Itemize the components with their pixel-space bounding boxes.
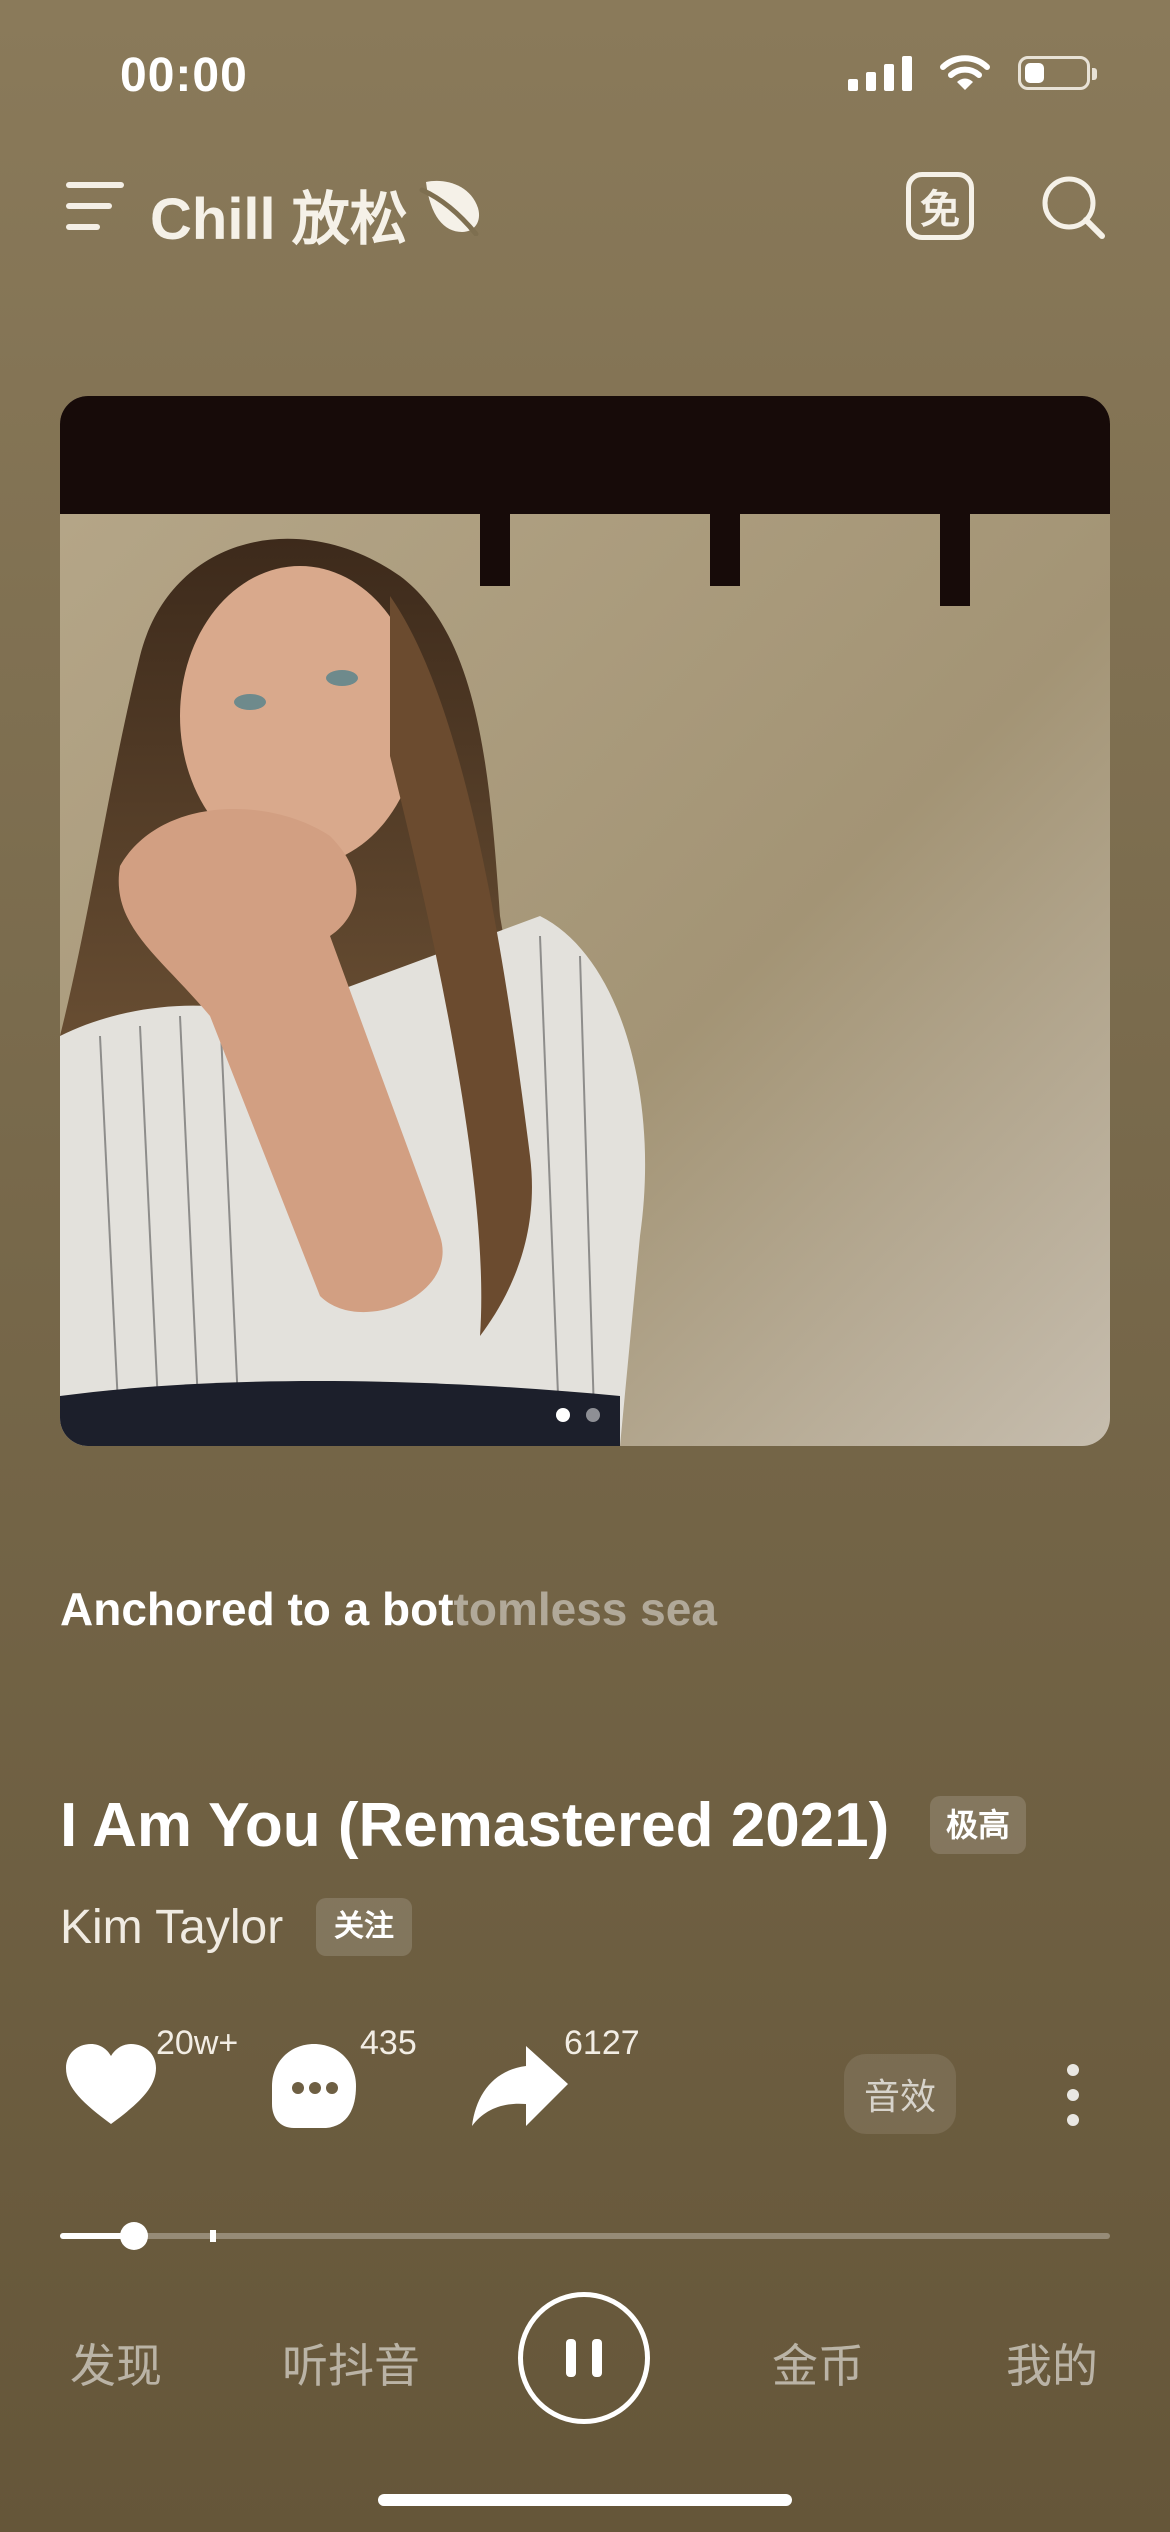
search-icon[interactable] — [1040, 174, 1106, 240]
progress-track[interactable] — [60, 2233, 1110, 2239]
nav-coins[interactable]: 金币 — [772, 2330, 864, 2396]
share-icon[interactable] — [470, 2042, 570, 2130]
page-dot-active — [556, 1408, 570, 1422]
free-icon[interactable]: 免 — [906, 172, 974, 240]
battery-icon — [1018, 56, 1097, 90]
quality-badge[interactable]: 极高 — [930, 1796, 1027, 1854]
album-page-indicator — [556, 1408, 600, 1422]
like-count: 20w+ — [156, 2024, 239, 2062]
heart-icon[interactable] — [64, 2042, 158, 2126]
artist-name[interactable]: Kim Taylor — [60, 1900, 283, 1955]
home-indicator — [378, 2494, 792, 2506]
wifi-icon — [940, 55, 990, 90]
nav-listen-douyin[interactable]: 听抖音 — [282, 2330, 420, 2396]
nav-discover[interactable]: 发现 — [70, 2330, 162, 2396]
sound-effects-button[interactable]: 音效 — [844, 2054, 956, 2134]
comment-count: 435 — [360, 2024, 417, 2062]
signal-icon — [848, 55, 912, 91]
lyric-sung: Anchored to a bot — [60, 1583, 454, 1635]
follow-button[interactable]: 关注 — [316, 1898, 412, 1956]
battery-level — [1025, 63, 1045, 83]
comment-icon[interactable] — [270, 2042, 360, 2130]
album-cover-image — [60, 396, 1110, 1446]
playlist-title[interactable]: Chill 放松 — [150, 172, 408, 256]
status-time: 00:00 — [120, 49, 248, 102]
more-icon[interactable] — [1064, 2064, 1082, 2126]
lyric-unsung: tomless sea — [453, 1583, 717, 1635]
nav-mine[interactable]: 我的 — [1006, 2330, 1098, 2396]
progress-thumb[interactable] — [119, 2222, 148, 2250]
leaf-icon — [419, 180, 480, 236]
page-dot — [586, 1408, 600, 1422]
current-lyric[interactable]: Anchored to a bottomless sea — [60, 1582, 717, 1636]
menu-icon[interactable] — [66, 182, 124, 232]
status-icons — [848, 54, 1097, 92]
pause-icon[interactable] — [518, 2292, 650, 2424]
share-count: 6127 — [564, 2024, 640, 2062]
album-cover[interactable] — [60, 396, 1110, 1446]
song-title[interactable]: I Am You (Remastered 2021) — [60, 1790, 889, 1861]
progress-buffer-marker — [210, 2230, 217, 2242]
